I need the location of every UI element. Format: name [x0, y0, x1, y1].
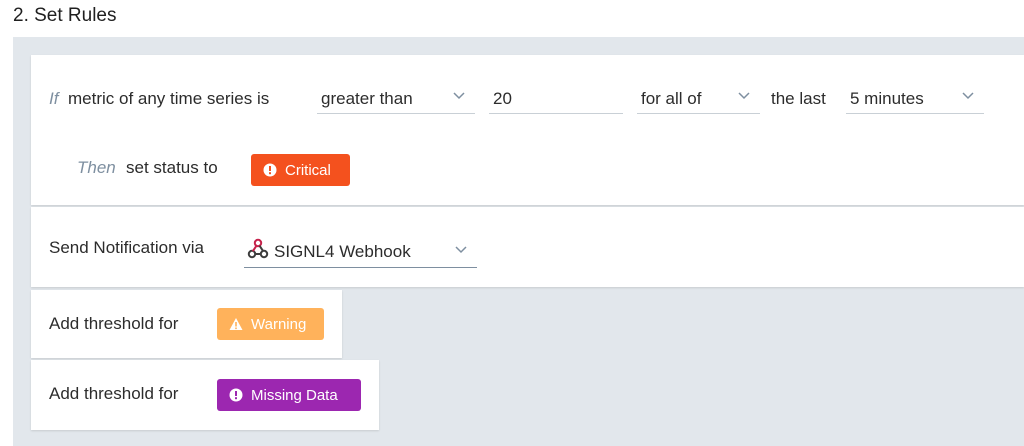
window-select[interactable]: 5 minutes	[846, 83, 984, 114]
if-label: If	[49, 89, 59, 108]
then-label: Then	[77, 158, 116, 177]
add-warning-threshold-button[interactable]: Warning	[217, 308, 324, 340]
the-last-text: the last	[771, 89, 826, 108]
add-threshold-label: Add threshold for	[49, 314, 179, 333]
notification-channel-value: SIGNL4 Webhook	[274, 242, 411, 261]
exclamation-circle-icon	[263, 163, 277, 177]
threshold-value: 20	[493, 89, 512, 108]
section-title: 2. Set Rules	[13, 5, 117, 26]
chevron-down-icon	[455, 246, 467, 254]
chevron-down-icon	[453, 92, 465, 100]
send-notification-label: Send Notification via	[49, 238, 204, 257]
operator-value: greater than	[321, 89, 413, 108]
aggregation-select[interactable]: for all of	[637, 83, 760, 114]
aggregation-value: for all of	[641, 89, 702, 108]
warning-threshold-card: Add threshold for Warning	[31, 290, 342, 358]
operator-select[interactable]: greater than	[317, 83, 475, 114]
add-threshold-label: Add threshold for	[49, 384, 179, 403]
set-status-text: set status to	[126, 158, 218, 177]
rules-panel: If metric of any time series is greater …	[13, 37, 1024, 446]
warning-triangle-icon	[229, 318, 243, 330]
missing-data-threshold-card: Add threshold for Missing Data	[31, 360, 379, 430]
notification-channel-select[interactable]: SIGNL4 Webhook	[244, 234, 477, 268]
add-missing-data-threshold-button[interactable]: Missing Data	[217, 379, 361, 411]
warning-label: Warning	[251, 316, 307, 333]
threshold-input[interactable]: 20	[489, 83, 623, 114]
critical-label: Critical	[285, 162, 331, 179]
exclamation-circle-icon	[229, 388, 243, 402]
condition-text: metric of any time series is	[68, 89, 270, 108]
missing-data-label: Missing Data	[251, 387, 338, 404]
notification-card: Send Notification via SIGNL4 Webhook	[31, 207, 1024, 287]
rule-card: If metric of any time series is greater …	[31, 55, 1024, 205]
critical-status-badge[interactable]: Critical	[251, 154, 350, 186]
chevron-down-icon	[962, 92, 974, 100]
webhook-icon	[247, 238, 269, 259]
window-value: 5 minutes	[850, 89, 924, 108]
chevron-down-icon	[738, 92, 750, 100]
